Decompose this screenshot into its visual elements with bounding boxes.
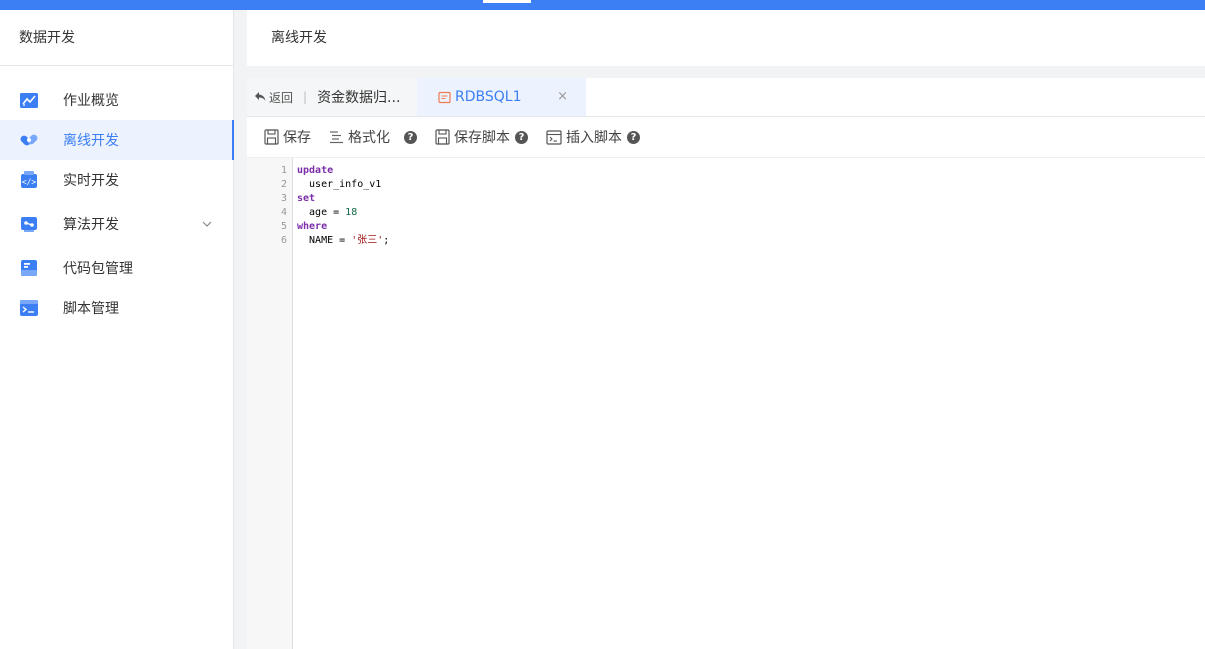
sql-string: '张三'	[351, 235, 384, 246]
top-bar-marker	[483, 0, 531, 3]
line-number: 1	[280, 165, 287, 176]
sidebar-item-realtime-dev[interactable]: </> 实时开发	[0, 160, 233, 200]
sql-number: 18	[345, 207, 358, 218]
tab-label: RDBSQL1	[455, 89, 522, 105]
sql-keyword: update	[297, 165, 334, 176]
editor-panel: 返回 | 资金数据归... RDBSQL1 × 保存 格式化 ? 保存脚本 ? …	[247, 78, 1205, 649]
format-icon	[330, 131, 343, 144]
main-area: 离线开发 返回 | 资金数据归... RDBSQL1 × 保存 格式化 ? 保存…	[247, 10, 1205, 649]
sql-condition: NAME =	[297, 235, 352, 246]
code-line: where	[297, 220, 1205, 234]
sidebar-menu: 作业概览 离线开发 </> 实时开发 算法开发 代码包管理 脚本管理	[0, 66, 234, 328]
code-line: set	[297, 192, 1205, 206]
sql-identifier: user_info_v1	[297, 179, 382, 190]
chart-icon	[19, 90, 39, 110]
sidebar-item-label: 算法开发	[63, 217, 119, 233]
sql-keyword: where	[297, 221, 328, 232]
code-line: NAME = '张三';	[297, 234, 1205, 248]
breadcrumb: 返回 | 资金数据归...	[247, 78, 417, 116]
sidebar-item-label: 代码包管理	[63, 261, 133, 277]
sidebar-item-label: 作业概览	[63, 93, 119, 109]
tab-bar: 返回 | 资金数据归... RDBSQL1 ×	[247, 78, 1205, 117]
line-number: 4	[280, 207, 287, 218]
sidebar-item-label: 脚本管理	[63, 301, 119, 317]
line-number: 3	[280, 193, 287, 204]
close-icon[interactable]: ×	[557, 90, 568, 104]
code-line: update	[297, 164, 1205, 178]
breadcrumb-folder[interactable]: 资金数据归...	[317, 87, 400, 107]
insert-script-icon	[546, 129, 562, 145]
sidebar-item-job-overview[interactable]: 作业概览	[0, 80, 233, 120]
algorithm-icon	[19, 214, 39, 234]
sidebar-item-package-mgmt[interactable]: 代码包管理	[0, 248, 233, 288]
insert-script-help-icon[interactable]: ?	[627, 130, 640, 144]
save-button[interactable]: 保存	[264, 127, 311, 147]
sidebar: 数据开发 作业概览 离线开发 </> 实时开发 算法开发 代码包管理 脚本管理	[0, 10, 234, 649]
save-script-button[interactable]: 保存脚本 ?	[435, 127, 528, 147]
sql-file-icon	[438, 91, 451, 104]
insert-script-button[interactable]: 插入脚本 ?	[546, 127, 640, 147]
chevron-down-icon[interactable]	[201, 218, 213, 230]
code-line: user_info_v1	[297, 178, 1205, 192]
top-bar	[0, 0, 1205, 10]
sql-keyword: set	[297, 193, 316, 204]
code-line: age = 18	[297, 206, 1205, 220]
sidebar-item-label: 实时开发	[63, 173, 119, 189]
insert-script-label: 插入脚本	[566, 130, 622, 146]
sql-assignment: age =	[297, 207, 346, 218]
sidebar-item-label: 离线开发	[63, 133, 119, 149]
editor-toolbar: 保存 格式化 ? 保存脚本 ? 插入脚本 ?	[247, 117, 1205, 158]
code-icon: </>	[19, 170, 39, 190]
sidebar-title: 数据开发	[0, 10, 233, 66]
line-number-gutter: 1 2 3 4 5 6	[247, 158, 293, 649]
link-icon	[19, 130, 39, 150]
save-script-icon	[435, 129, 450, 145]
sidebar-item-offline-dev[interactable]: 离线开发	[0, 120, 234, 160]
page-title: 离线开发	[247, 10, 1205, 66]
line-number: 5	[280, 221, 287, 232]
sidebar-item-algorithm-dev[interactable]: 算法开发	[0, 200, 233, 248]
code-area[interactable]: update user_info_v1 set age = 18 where N…	[293, 158, 1205, 649]
terminal-icon	[19, 298, 39, 318]
svg-text:</>: </>	[22, 178, 37, 187]
back-button[interactable]: 返回	[255, 89, 293, 106]
format-help-icon[interactable]: ?	[404, 130, 417, 144]
breadcrumb-separator: |	[303, 90, 308, 104]
back-label: 返回	[269, 90, 294, 105]
back-arrow-icon	[255, 92, 266, 101]
save-script-label: 保存脚本	[454, 130, 510, 146]
line-number: 6	[280, 235, 287, 246]
code-editor[interactable]: 1 2 3 4 5 6 update user_info_v1 set age …	[247, 158, 1205, 649]
format-label: 格式化	[348, 130, 390, 146]
save-icon	[264, 129, 279, 145]
format-button[interactable]: 格式化	[329, 127, 390, 147]
package-icon	[19, 258, 39, 278]
save-label: 保存	[283, 130, 311, 146]
tab-rdbsql1[interactable]: RDBSQL1 ×	[417, 78, 586, 116]
sidebar-item-script-mgmt[interactable]: 脚本管理	[0, 288, 233, 328]
sql-terminator: ;	[383, 235, 390, 246]
line-number: 2	[280, 179, 287, 190]
save-script-help-icon[interactable]: ?	[515, 130, 528, 144]
